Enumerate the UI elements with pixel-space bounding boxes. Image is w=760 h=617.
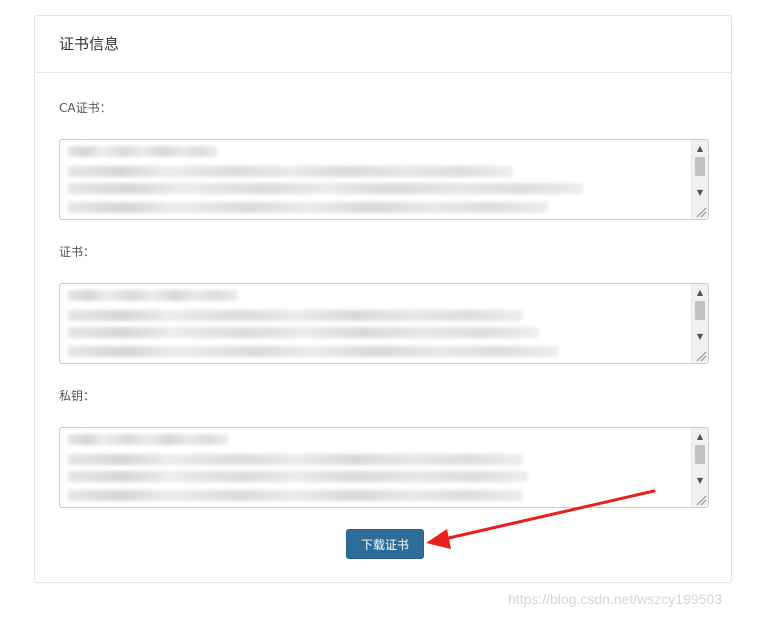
resize-grip-icon[interactable] [693, 348, 707, 362]
blurred-text-line [68, 146, 218, 157]
panel-header: 证书信息 [35, 16, 731, 73]
blurred-text-line [68, 434, 228, 445]
blurred-text-line [68, 290, 238, 301]
private-key-label: 私钥： [59, 389, 96, 403]
private-key-textarea[interactable]: ▲ ▼ [59, 427, 709, 508]
blurred-text-line [68, 454, 523, 465]
scroll-up-icon[interactable]: ▲ [692, 142, 708, 156]
scroll-down-icon[interactable]: ▼ [692, 186, 708, 200]
blurred-text-line [68, 166, 513, 177]
scroll-thumb[interactable] [695, 445, 705, 464]
blurred-text-line [68, 327, 538, 338]
blurred-text-line [68, 471, 528, 482]
resize-grip-icon[interactable] [693, 492, 707, 506]
blurred-text-line [68, 310, 523, 321]
cert-textarea[interactable]: ▲ ▼ [59, 283, 709, 364]
download-certificate-button[interactable]: 下载证书 [346, 529, 424, 559]
scroll-up-icon[interactable]: ▲ [692, 430, 708, 444]
panel-title: 证书信息 [59, 35, 120, 53]
scroll-thumb[interactable] [695, 157, 705, 176]
scroll-up-icon[interactable]: ▲ [692, 286, 708, 300]
blurred-text-line [68, 202, 548, 213]
cert-label: 证书： [59, 245, 96, 259]
scroll-thumb[interactable] [695, 301, 705, 320]
scroll-down-icon[interactable]: ▼ [692, 474, 708, 488]
ca-cert-label: CA证书： [59, 101, 112, 115]
blurred-text-line [68, 183, 583, 194]
scroll-down-icon[interactable]: ▼ [692, 330, 708, 344]
resize-grip-icon[interactable] [693, 204, 707, 218]
watermark-text: https://blog.csdn.net/wszcy199503 [508, 591, 723, 607]
blurred-text-line [68, 346, 558, 357]
ca-cert-textarea[interactable]: ▲ ▼ [59, 139, 709, 220]
blurred-text-line [68, 490, 523, 501]
certificate-info-panel: 证书信息 CA证书： ▲ ▼ 证书： ▲ ▼ 私钥： ▲ ▼ 下载证书 [34, 15, 732, 583]
